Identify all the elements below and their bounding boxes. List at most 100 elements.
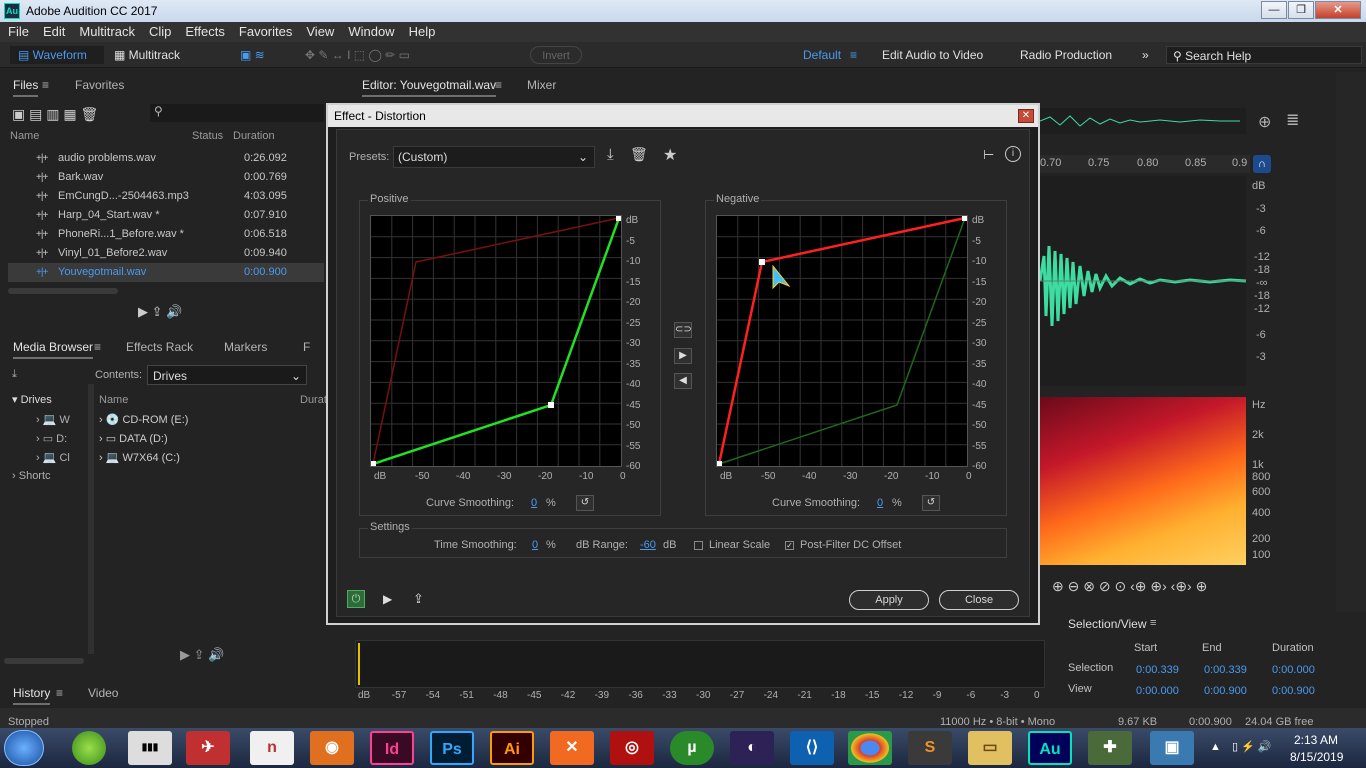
eclipse-icon[interactable]: ◐ <box>730 731 774 765</box>
tab-effects-rack[interactable]: Effects Rack <box>126 340 193 354</box>
presets-dropdown[interactable]: (Custom) ⌄ <box>393 146 595 168</box>
multitrack-view-button[interactable]: ▦ Multitrack <box>114 46 194 64</box>
file-row[interactable]: +|+ Youvegotmail.wav 0:00.900 <box>8 263 324 282</box>
search-help-field[interactable]: ⚲ Search Help <box>1166 46 1362 64</box>
selection-end[interactable]: 0:00.339 <box>1204 664 1247 676</box>
clock-time[interactable]: 2:13 AM <box>1294 733 1338 747</box>
invert-button[interactable]: Invert <box>530 46 582 64</box>
audition-task-icon[interactable]: Au <box>1028 731 1072 765</box>
col-status[interactable]: Status <box>192 130 223 142</box>
positive-curve-graph[interactable] <box>370 215 622 467</box>
curve-smoothing-pos-value[interactable]: 0 <box>531 497 537 509</box>
menu-help[interactable]: Help <box>401 22 442 39</box>
power-toggle-icon[interactable]: ⏻ <box>347 590 365 608</box>
media-splitter[interactable] <box>88 384 94 654</box>
import-icon[interactable]: ⤓ <box>12 368 17 381</box>
post-filter-checkbox[interactable]: ✓ <box>785 541 794 550</box>
curve-control-point[interactable] <box>716 461 722 467</box>
view-duration[interactable]: 0:00.900 <box>1272 685 1315 697</box>
copy-left-icon[interactable]: ◀ <box>674 373 692 389</box>
vscode-icon[interactable]: ⟨⟩ <box>790 731 834 765</box>
waveform-display[interactable] <box>1038 176 1247 386</box>
media-col-duration[interactable]: Durat <box>300 394 327 406</box>
xampp-icon[interactable]: ✕ <box>550 731 594 765</box>
loop-icon[interactable]: ⇪ <box>413 591 424 607</box>
tree-shortcuts[interactable]: › Shortc <box>12 470 51 482</box>
file-row[interactable]: +|+ PhoneRi...1_Before.wav * 0:06.518 <box>8 225 324 244</box>
chrome-icon[interactable] <box>848 731 892 765</box>
app-icon-notes[interactable]: n <box>250 731 294 765</box>
curve-control-point[interactable] <box>962 215 968 221</box>
zoom-target-icon[interactable]: ⊕ <box>1258 112 1271 132</box>
preview-transport-icons[interactable]: ▶ ⇪ 🔊 <box>138 304 182 320</box>
close-window-button[interactable]: ✕ <box>1315 1 1361 19</box>
indesign-icon[interactable]: Id <box>370 731 414 765</box>
explorer-icon[interactable]: ▭ <box>968 731 1012 765</box>
tab-files[interactable]: Files <box>13 78 39 97</box>
media-preview-icons[interactable]: ▶ ⇪ 🔊 <box>180 647 224 663</box>
workspace-menu-icon[interactable]: ≡ <box>850 46 857 64</box>
snap-icon[interactable]: ∩ <box>1253 155 1271 173</box>
menu-effects[interactable]: Effects <box>177 22 231 39</box>
list-view-icon[interactable]: ≣ <box>1286 110 1299 130</box>
view-start[interactable]: 0:00.000 <box>1136 685 1179 697</box>
delete-preset-icon[interactable]: 🗑 <box>630 146 648 163</box>
menu-view[interactable]: View <box>298 22 340 39</box>
workspace-default[interactable]: Default <box>803 46 841 64</box>
spectral-display-icon[interactable]: ▣ ≋ <box>240 46 265 64</box>
file-row[interactable]: +|+ EmCungD...-2504463.mp3 4:03.095 <box>8 187 324 206</box>
start-button[interactable] <box>4 730 44 766</box>
minimize-button[interactable]: — <box>1261 1 1287 19</box>
drive-cdrom[interactable]: › 💿 CD-ROM (E:) <box>99 413 188 426</box>
drive-data[interactable]: › ▭ DATA (D:) <box>99 432 168 445</box>
copy-right-icon[interactable]: ▶ <box>674 348 692 364</box>
tab-markers[interactable]: Markers <box>224 340 267 354</box>
menu-file[interactable]: File <box>0 22 35 39</box>
piano-app-icon[interactable]: ▮▮▮ <box>128 731 172 765</box>
tab-favorites[interactable]: Favorites <box>75 78 124 92</box>
edit-tools-icons[interactable]: ✥ ✎ ↔ I ⬚ ◯ ✏ ▭ <box>305 46 410 64</box>
linear-scale-checkbox[interactable] <box>694 541 703 550</box>
tab-media-browser[interactable]: Media Browser <box>13 340 94 359</box>
app-icon-eye[interactable]: ◎ <box>610 731 654 765</box>
negative-curve-graph[interactable] <box>716 215 968 467</box>
photoshop-icon[interactable]: Ps <box>430 731 474 765</box>
contents-dropdown[interactable]: Drives ⌄ <box>147 365 307 385</box>
view-end[interactable]: 0:00.900 <box>1204 685 1247 697</box>
tree-drives[interactable]: ▾ Drives <box>12 393 52 406</box>
menu-edit[interactable]: Edit <box>35 22 71 39</box>
tray-chevron-icon[interactable]: ▲ <box>1210 741 1221 753</box>
overview-waveform[interactable] <box>1039 108 1246 134</box>
zoom-controls-icons[interactable]: ⊕ ⊖ ⊗ ⊘ ⊙ ‹⊕ ⊕› ‹⊕› ⊕ <box>1052 578 1207 595</box>
routing-icon[interactable]: ⊢ <box>983 147 994 163</box>
files-panel-menu-icon[interactable]: ≡ <box>42 78 49 92</box>
menu-multitrack[interactable]: Multitrack <box>71 22 141 39</box>
media-col-name[interactable]: Name <box>99 394 128 406</box>
menu-clip[interactable]: Clip <box>141 22 177 39</box>
tree-item-w[interactable]: › 💻 W <box>36 413 70 426</box>
curve-control-point[interactable] <box>616 215 622 221</box>
reset-curve-icon[interactable]: ↺ <box>922 495 940 511</box>
link-curves-icon[interactable]: ⊂⊃ <box>674 322 692 338</box>
menu-window[interactable]: Window <box>340 22 400 39</box>
file-row[interactable]: +|+ Harp_04_Start.wav * 0:07.910 <box>8 206 324 225</box>
tab-more[interactable]: F <box>303 340 310 354</box>
tab-video[interactable]: Video <box>88 686 118 700</box>
time-smoothing-value[interactable]: 0 <box>532 539 538 551</box>
apply-button[interactable]: Apply <box>849 590 929 610</box>
media-browser-menu-icon[interactable]: ≡ <box>94 340 101 354</box>
tab-mixer[interactable]: Mixer <box>527 78 556 92</box>
curve-control-point[interactable] <box>548 402 554 408</box>
col-name[interactable]: Name <box>10 130 39 142</box>
illustrator-icon[interactable]: Ai <box>490 731 534 765</box>
selection-duration[interactable]: 0:00.000 <box>1272 664 1315 676</box>
tree-item-d[interactable]: › ▭ D: <box>36 432 67 445</box>
tray-icons[interactable]: ▯ ⚡ 🔊 <box>1232 740 1272 753</box>
app-icon-green[interactable] <box>72 731 106 765</box>
col-duration[interactable]: Duration <box>233 130 275 142</box>
curve-smoothing-neg-value[interactable]: 0 <box>877 497 883 509</box>
tab-editor[interactable]: Editor: Youvegotmail.wav <box>362 78 497 97</box>
favorite-star-icon[interactable]: ★ <box>663 145 677 165</box>
sublime-icon[interactable]: S <box>908 731 952 765</box>
app-icon-red[interactable]: ✈ <box>186 731 230 765</box>
